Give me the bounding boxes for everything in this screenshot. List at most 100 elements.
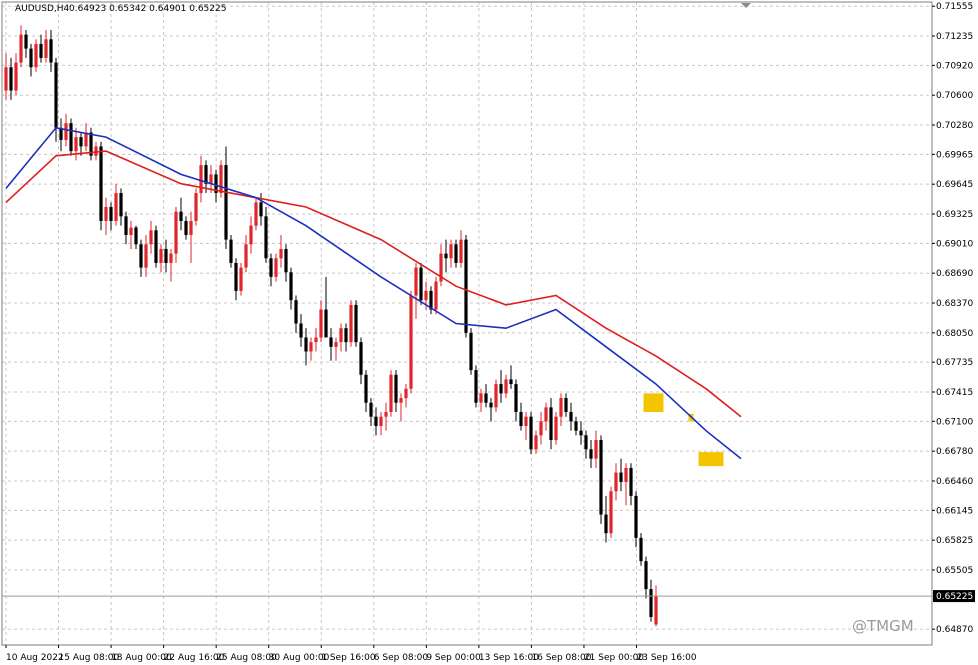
candle-body	[624, 467, 628, 482]
candle-body	[279, 248, 283, 259]
candle-body	[654, 595, 658, 625]
candle-body	[509, 379, 513, 385]
y-tick-label: 0.67415	[936, 388, 973, 398]
candle-body	[64, 123, 68, 140]
candle-body	[524, 416, 528, 427]
candle-body	[39, 43, 43, 58]
y-tick-label: 0.66145	[936, 506, 973, 516]
candle-body	[119, 193, 123, 217]
candle-body	[589, 449, 593, 459]
y-tick-label: 0.64870	[936, 625, 973, 635]
watermark: @TMGM	[852, 617, 914, 635]
candle-body	[574, 421, 578, 431]
candle-body	[449, 244, 453, 259]
candle-body	[309, 342, 313, 352]
candle-body	[409, 295, 413, 389]
y-tick-label: 0.68050	[936, 329, 973, 339]
candle-body	[24, 34, 28, 49]
x-tick-label: 23 Sep 16:00	[637, 653, 697, 663]
candle-body	[109, 207, 113, 221]
y-tick-label: 0.71235	[936, 32, 973, 42]
candle-body	[544, 407, 548, 422]
candle-body	[129, 227, 133, 235]
y-tick-label: 0.68690	[936, 269, 973, 279]
candle-body	[4, 67, 8, 91]
candle-body	[284, 248, 288, 273]
candle-body	[459, 239, 463, 263]
candle-body	[639, 537, 643, 562]
candle-body	[469, 332, 473, 371]
candle-body	[634, 495, 638, 538]
candle-body	[414, 267, 418, 296]
candle-body	[19, 34, 23, 63]
candle-body	[339, 328, 343, 343]
candle-body	[9, 67, 13, 91]
candle-body	[54, 62, 58, 128]
candle-body	[104, 207, 108, 221]
candle-body	[234, 262, 238, 291]
x-tick-label: 16 Sep 08:00	[531, 653, 591, 663]
current-price-label: 0.65225	[936, 592, 973, 602]
candle-body	[79, 137, 83, 147]
x-tick-label: 13 Sep 16:00	[479, 653, 539, 663]
y-tick-label: 0.69965	[936, 150, 973, 160]
y-tick-label: 0.69010	[936, 239, 973, 249]
candle-body	[254, 202, 258, 226]
candle-body	[504, 379, 508, 394]
highlight-zone	[643, 393, 664, 413]
candle-body	[239, 267, 243, 291]
candle-body	[374, 416, 378, 427]
candle-body	[229, 239, 233, 263]
candle-body	[549, 407, 553, 440]
candle-body	[149, 230, 153, 245]
y-tick-label: 0.66460	[936, 477, 973, 487]
candle-body	[454, 244, 458, 263]
candle-body	[484, 393, 488, 403]
candle-body	[539, 421, 543, 436]
candle-body	[649, 589, 653, 618]
candle-body	[594, 439, 598, 459]
y-tick-label: 0.70600	[936, 91, 973, 101]
x-tick-label: 6 Sep 08:00	[374, 653, 429, 663]
candle-body	[369, 402, 373, 417]
candle-body	[614, 472, 618, 492]
current-price-badge: 0.65225	[933, 590, 975, 603]
candle-body	[444, 253, 448, 259]
candle-body	[609, 491, 613, 534]
y-tick-label: 0.65505	[936, 566, 973, 576]
symbol-timeframe: AUDUSD,H4	[15, 4, 70, 14]
candle-body	[99, 146, 103, 221]
candle-body	[489, 402, 493, 408]
candle-body	[514, 384, 518, 413]
candle-body	[34, 43, 38, 68]
candle-body	[69, 123, 73, 152]
candle-body	[479, 393, 483, 403]
candle-body	[274, 258, 278, 277]
candle-body	[324, 309, 328, 338]
candle-body	[399, 398, 403, 403]
candle-body	[434, 281, 438, 310]
candle-body	[164, 248, 168, 263]
y-tick-label: 0.68370	[936, 299, 973, 309]
candle-body	[644, 561, 648, 590]
candle-body	[269, 258, 273, 277]
candle-body	[384, 412, 388, 417]
candle-body	[519, 412, 523, 427]
candle-body	[84, 132, 88, 147]
y-tick-label: 0.70280	[936, 121, 973, 131]
y-tick-label: 0.66780	[936, 447, 973, 457]
candle-body	[289, 272, 293, 301]
candle-body	[584, 435, 588, 450]
y-tick-label: 0.71555	[936, 2, 973, 12]
x-tick-label: 1 Sep 16:00	[321, 653, 376, 663]
candle-body	[329, 337, 333, 347]
candle-body	[49, 39, 53, 63]
y-tick-label: 0.70920	[936, 61, 973, 71]
candle-body	[219, 165, 223, 194]
y-tick-label: 0.69325	[936, 210, 973, 220]
candle-body	[184, 220, 188, 235]
candle-body	[474, 370, 478, 403]
candle-body	[209, 174, 213, 184]
candle-body	[534, 435, 538, 450]
candle-body	[159, 248, 163, 263]
